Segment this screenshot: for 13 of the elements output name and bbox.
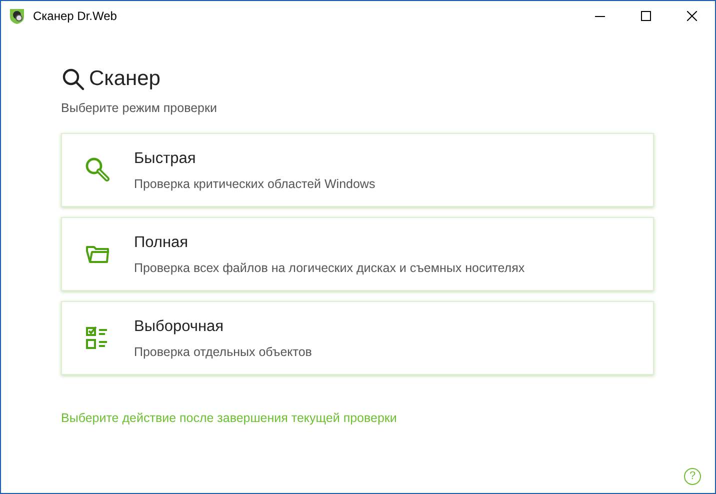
magnifier-icon: [85, 157, 111, 184]
folder-icon: [86, 244, 110, 264]
scan-mode-card[interactable]: Быстрая Проверка критических областей Windows: [61, 133, 654, 208]
scanner-title: Сканер: [89, 66, 160, 92]
scan-mode-card[interactable]: Полная Проверка всех файлов на логических дисках и съемных носителях: [61, 217, 654, 292]
window-title: Сканер Dr.Web: [33, 8, 117, 25]
subtitle: Выберите режим проверки: [61, 100, 218, 117]
maximize-icon: [641, 11, 651, 21]
checklist-icon: [86, 326, 110, 350]
app-logo-icon: [8, 7, 26, 25]
search-icon: [61, 66, 85, 91]
scan-mode-card[interactable]: Выборочная Проверка отдельных объектов: [61, 301, 654, 376]
close-icon: [687, 11, 697, 21]
